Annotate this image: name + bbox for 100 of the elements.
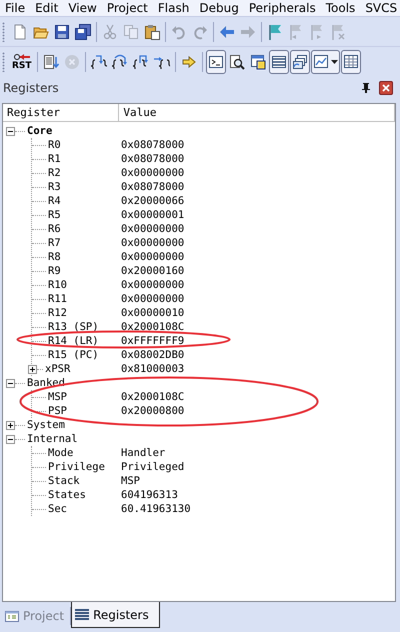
menu-item[interactable]: File bbox=[2, 1, 32, 15]
close-button[interactable] bbox=[379, 81, 393, 95]
register-name: Stack bbox=[47, 475, 81, 487]
menu-item[interactable]: Peripherals bbox=[246, 1, 323, 15]
toolbar-button[interactable] bbox=[310, 50, 340, 74]
register-value: 0x08078000 bbox=[121, 153, 184, 165]
right-arrow-icon bbox=[240, 24, 256, 40]
register-value: 0x20000800 bbox=[121, 405, 184, 417]
register-value: 0x20000066 bbox=[121, 195, 184, 207]
step-over-icon bbox=[112, 54, 128, 70]
register-name: States bbox=[47, 489, 87, 501]
step-into-icon bbox=[90, 54, 107, 70]
register-name: R4 bbox=[47, 195, 62, 207]
register-name: Privilege bbox=[47, 461, 106, 473]
register-value: MSP bbox=[121, 475, 140, 487]
register-name: R5 bbox=[47, 209, 62, 221]
menu-item[interactable]: Debug bbox=[196, 1, 246, 15]
menu-item[interactable]: Edit bbox=[32, 1, 66, 15]
copy-icon bbox=[123, 24, 139, 40]
register-value: 0x00000000 bbox=[121, 167, 184, 179]
stacked-windows-icon bbox=[292, 54, 308, 70]
register-value: Handler bbox=[121, 447, 166, 459]
register-value: 0x2000108C bbox=[121, 321, 184, 333]
menu-item[interactable]: Flash bbox=[154, 1, 196, 15]
collapse-toggle-icon[interactable] bbox=[6, 126, 15, 136]
collapse-toggle-icon[interactable] bbox=[6, 378, 15, 388]
register-name: R0 bbox=[47, 139, 62, 151]
clipboard-icon bbox=[144, 24, 160, 40]
register-value: 0x00000000 bbox=[121, 279, 184, 291]
close-icon bbox=[382, 84, 390, 92]
register-value: 0x2000108C bbox=[121, 391, 184, 403]
register-value: 60.41963130 bbox=[121, 503, 191, 515]
register-name: R1 bbox=[47, 153, 62, 165]
toolbar-button[interactable] bbox=[206, 50, 226, 74]
step-out-icon bbox=[132, 54, 149, 70]
register-name: R6 bbox=[47, 223, 62, 235]
menu-item[interactable]: SVCS bbox=[362, 1, 400, 15]
register-value: 0x00000001 bbox=[121, 209, 184, 221]
register-value: Privileged bbox=[121, 461, 184, 473]
toolbar-button[interactable] bbox=[290, 50, 310, 74]
window-icon bbox=[250, 54, 266, 70]
redo-arrow-icon bbox=[192, 24, 208, 40]
left-arrow-icon bbox=[219, 24, 235, 40]
register-value: 0x00000010 bbox=[121, 307, 184, 319]
menu-item[interactable]: Tools bbox=[322, 1, 362, 15]
register-name: R7 bbox=[47, 237, 62, 249]
tree-group-label: Internal bbox=[26, 433, 79, 445]
register-value: 0x00000000 bbox=[121, 293, 184, 305]
expand-toggle-icon[interactable] bbox=[28, 364, 37, 374]
register-name: R11 bbox=[47, 293, 68, 305]
register-name: R8 bbox=[47, 251, 62, 263]
register-name: R2 bbox=[47, 167, 62, 179]
toolbar-button[interactable] bbox=[340, 50, 361, 74]
document-arrow-icon bbox=[42, 54, 59, 70]
register-name: R12 bbox=[47, 307, 68, 319]
register-value: 0x08078000 bbox=[121, 139, 184, 151]
menu-item[interactable]: View bbox=[65, 1, 104, 15]
register-value: 0x00000000 bbox=[121, 251, 184, 263]
plug-arrow-icon bbox=[12, 52, 31, 60]
menu-item[interactable]: Project bbox=[104, 1, 155, 15]
register-value: 0x00000000 bbox=[121, 237, 184, 249]
right-arrow-icon bbox=[180, 54, 197, 70]
list-lines-icon bbox=[270, 54, 287, 70]
pin-icon[interactable] bbox=[362, 83, 370, 93]
project-window-icon bbox=[5, 610, 19, 622]
toolbar-button[interactable] bbox=[268, 50, 289, 74]
floppy-disks-icon bbox=[75, 24, 91, 40]
register-name: R14 (LR) bbox=[47, 335, 100, 347]
flag-icon bbox=[267, 24, 283, 40]
register-name: PSP bbox=[47, 405, 68, 417]
panel-title: Registers bbox=[3, 81, 60, 95]
scissors-icon bbox=[102, 24, 118, 40]
collapse-toggle-icon[interactable] bbox=[6, 434, 15, 444]
panel-tab[interactable]: Registers bbox=[71, 602, 160, 628]
tree-group-label: System bbox=[26, 419, 66, 431]
toolbar-button[interactable]: RST bbox=[10, 50, 34, 74]
register-name: xPSR bbox=[44, 363, 72, 375]
register-name: MSP bbox=[47, 391, 68, 403]
flag-icon bbox=[288, 24, 304, 40]
caret-icon bbox=[330, 60, 338, 64]
undo-arrow-icon bbox=[171, 24, 187, 40]
list-lines-icon bbox=[75, 608, 90, 621]
flag-icon bbox=[330, 24, 346, 40]
graph-window-icon bbox=[312, 54, 329, 70]
register-name: R13 (SP) bbox=[47, 321, 100, 333]
register-name: R9 bbox=[47, 265, 62, 277]
command-window-icon bbox=[208, 54, 224, 70]
new-file-icon bbox=[12, 24, 28, 40]
register-name: R15 (PC) bbox=[47, 349, 100, 361]
grid-window-icon bbox=[342, 54, 359, 70]
register-value: 0x20000160 bbox=[121, 265, 184, 277]
register-value: 0xFFFFFFF9 bbox=[121, 335, 184, 347]
register-value: 0x08002DB0 bbox=[121, 349, 184, 361]
register-name: R3 bbox=[47, 181, 62, 193]
magnifier-page-icon bbox=[228, 54, 245, 70]
register-value: 0x08078000 bbox=[121, 181, 184, 193]
register-value: 0x81000003 bbox=[121, 363, 184, 375]
tree-group-label: Core bbox=[26, 125, 54, 137]
flag-icon bbox=[309, 24, 325, 40]
expand-toggle-icon[interactable] bbox=[6, 420, 15, 430]
